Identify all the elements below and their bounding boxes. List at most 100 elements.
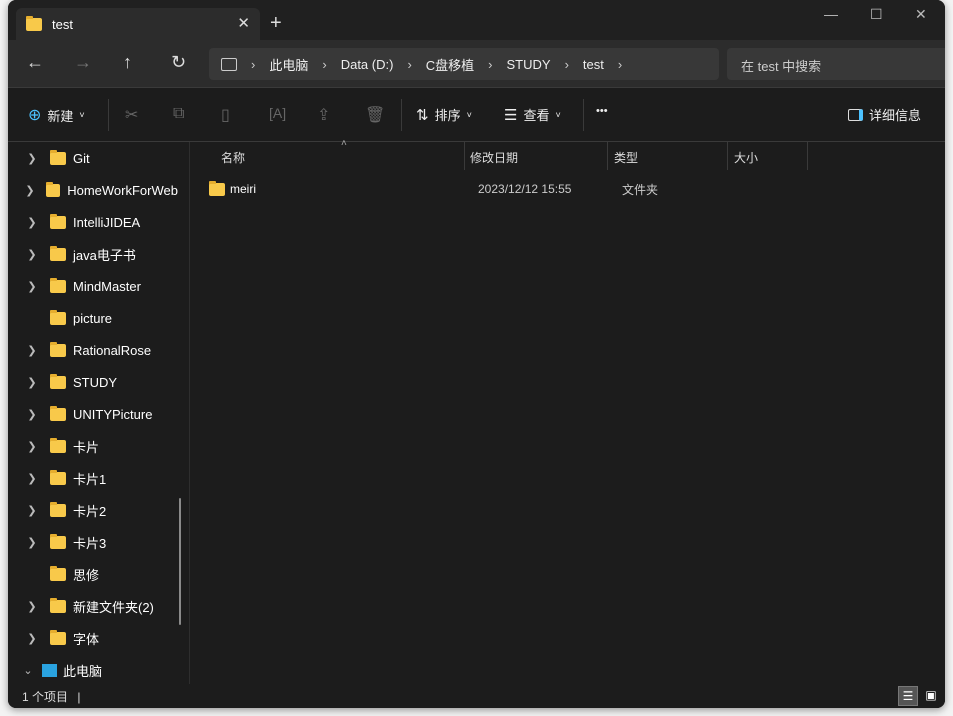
sidebar-item[interactable]: ❯ java电子书 [8, 240, 178, 268]
new-button[interactable]: ⊕ 新建 ˅ [28, 105, 85, 125]
sidebar-item-this-pc[interactable]: ⌄ 此电脑 [8, 656, 178, 684]
sidebar-item[interactable]: ❯ STUDY [8, 368, 178, 396]
sidebar-item[interactable]: ❯ 卡片3 [8, 528, 178, 556]
chevron-right-icon[interactable]: ❯ [8, 408, 50, 421]
sidebar-item-label: 卡片3 [73, 535, 107, 551]
sidebar-item-label: IntelliJIDEA [73, 214, 141, 230]
back-button[interactable]: ← [26, 52, 44, 73]
delete-icon[interactable]: 🗑 [365, 105, 385, 125]
forward-button[interactable]: → [74, 52, 92, 73]
address-bar[interactable]: › 此电脑 › Data (D:) › C盘移植 › STUDY › test › [209, 48, 719, 80]
column-header-size[interactable]: 大小 [728, 142, 808, 172]
folder-icon [50, 213, 66, 229]
sidebar-item[interactable]: ❯ 卡片 [8, 432, 178, 460]
sidebar-item[interactable]: ❯ RationalRose [8, 336, 178, 364]
folder-icon [50, 405, 66, 421]
chevron-right-icon[interactable]: ❯ [8, 440, 50, 453]
sidebar-item[interactable]: ❯ 新建文件夹(2) [8, 592, 178, 620]
folder-icon [50, 309, 66, 325]
new-tab-button[interactable]: + [270, 12, 282, 35]
chevron-right-icon[interactable]: ❯ [8, 376, 50, 389]
sidebar-item-label: STUDY [73, 374, 118, 390]
folder-icon [50, 437, 66, 453]
details-pane-icon [848, 108, 863, 121]
view-button[interactable]: ☰ 查看 ˅ [504, 105, 561, 124]
folder-icon [50, 597, 66, 613]
sidebar-item[interactable]: ❯ MindMaster [8, 272, 178, 300]
up-button[interactable]: ↑ [123, 52, 132, 73]
chevron-down-icon[interactable]: ⌄ [8, 664, 42, 677]
sidebar-item[interactable]: ❯ HomeWorkForWeb [8, 176, 178, 204]
file-explorer-window: test ✕ + — ☐ ✕ ← → ↑ ↻ › 此电脑 › Data (D:) ›… [8, 0, 945, 708]
sidebar-item[interactable]: ❯ 卡片2 [8, 496, 178, 524]
sidebar-item[interactable]: ❯ UNITYPicture [8, 400, 178, 428]
more-button[interactable]: ••• [596, 105, 608, 117]
sidebar-item-label: 卡片1 [73, 471, 107, 487]
sidebar-item[interactable]: ❯ 字体 [8, 624, 178, 652]
view-icon: ☰ [504, 106, 518, 124]
sort-icon: ⇅ [416, 106, 429, 124]
breadcrumb-item[interactable]: Data (D:) [341, 57, 394, 72]
folder-icon [50, 277, 66, 293]
sidebar-item-label: MindMaster [73, 278, 141, 294]
file-name: meiri [230, 182, 256, 196]
cut-icon[interactable]: ✂ [125, 105, 138, 125]
computer-icon [42, 663, 57, 677]
maximize-button[interactable]: ☐ [870, 6, 883, 23]
chevron-right-icon[interactable]: ❯ [8, 184, 46, 197]
tab-test[interactable]: test ✕ [16, 8, 260, 40]
chevron-right-icon[interactable]: ❯ [8, 472, 50, 485]
sidebar-item[interactable]: 思修 [8, 560, 178, 588]
column-header-type[interactable]: 类型 [608, 142, 728, 172]
navigation-pane[interactable]: ❯ Git ❯ HomeWorkForWeb ❯ IntelliJIDEA ❯ java电子书… [8, 142, 190, 684]
chevron-right-icon[interactable]: ❯ [8, 600, 50, 613]
breadcrumb-item[interactable]: STUDY [507, 57, 551, 72]
chevron-right-icon[interactable]: ❯ [8, 536, 50, 549]
sidebar-item-label: 卡片2 [73, 503, 107, 519]
folder-icon [50, 469, 66, 485]
minimize-button[interactable]: — [824, 6, 838, 22]
tab-title: test [52, 16, 73, 32]
file-modified: 2023/12/12 15:55 [478, 182, 572, 196]
file-row[interactable]: meiri 2023/12/12 15:55 文件夹 [201, 176, 941, 202]
refresh-button[interactable]: ↻ [171, 52, 186, 73]
chevron-right-icon[interactable]: ❯ [8, 344, 50, 357]
large-icons-view-button[interactable]: ▣ [921, 686, 941, 706]
sidebar-item-label: 卡片 [73, 439, 100, 455]
sidebar-item[interactable]: ❯ IntelliJIDEA [8, 208, 178, 236]
rename-icon[interactable]: [A] [269, 105, 286, 121]
breadcrumb-item[interactable]: 此电脑 [269, 55, 308, 74]
sidebar-item-label: java电子书 [73, 247, 136, 263]
chevron-right-icon[interactable]: ❯ [8, 280, 50, 293]
sidebar-item[interactable]: picture [8, 304, 178, 332]
close-button[interactable]: ✕ [915, 6, 927, 23]
sidebar-item-label: 思修 [73, 567, 100, 583]
sidebar-item[interactable]: ❯ 卡片1 [8, 464, 178, 492]
share-icon[interactable]: ⇪ [317, 105, 330, 125]
chevron-right-icon[interactable]: ❯ [8, 504, 50, 517]
tab-close-icon[interactable]: ✕ [237, 14, 250, 32]
details-button[interactable]: 详细信息 [848, 105, 921, 124]
chevron-right-icon[interactable]: ❯ [8, 632, 50, 645]
column-header-modified[interactable]: 修改日期 [464, 142, 607, 172]
command-bar: ⊕ 新建 ˅ ✂ ⧉ ▯ [A] ⇪ 🗑 ⇅ 排序 ˅ ☰ 查看 ˅ ••• 详细信息 [8, 89, 945, 142]
sidebar-item[interactable]: ❯ Git [8, 144, 178, 172]
paste-icon[interactable]: ▯ [221, 105, 230, 125]
sidebar-item-label: 新建文件夹(2) [73, 599, 154, 615]
sidebar-item-label: UNITYPicture [73, 406, 153, 422]
details-view-button[interactable]: ☰ [898, 686, 918, 706]
folder-icon [46, 181, 61, 197]
sidebar-scrollbar[interactable] [179, 498, 181, 625]
copy-icon[interactable]: ⧉ [173, 105, 184, 123]
sort-button[interactable]: ⇅ 排序 ˅ [416, 105, 472, 124]
breadcrumb-item[interactable]: C盘移植 [426, 55, 474, 74]
chevron-right-icon[interactable]: ❯ [8, 248, 50, 261]
navigation-bar: ← → ↑ ↻ › 此电脑 › Data (D:) › C盘移植 › STUDY › t… [8, 40, 945, 88]
search-input[interactable]: 在 test 中搜索 [727, 48, 945, 80]
folder-icon [26, 15, 42, 31]
chevron-right-icon[interactable]: ❯ [8, 216, 50, 229]
sort-label: 排序 [434, 108, 461, 123]
chevron-right-icon[interactable]: ❯ [8, 152, 50, 165]
sidebar-item-label: 此电脑 [63, 663, 103, 679]
breadcrumb-item[interactable]: test [583, 57, 604, 72]
